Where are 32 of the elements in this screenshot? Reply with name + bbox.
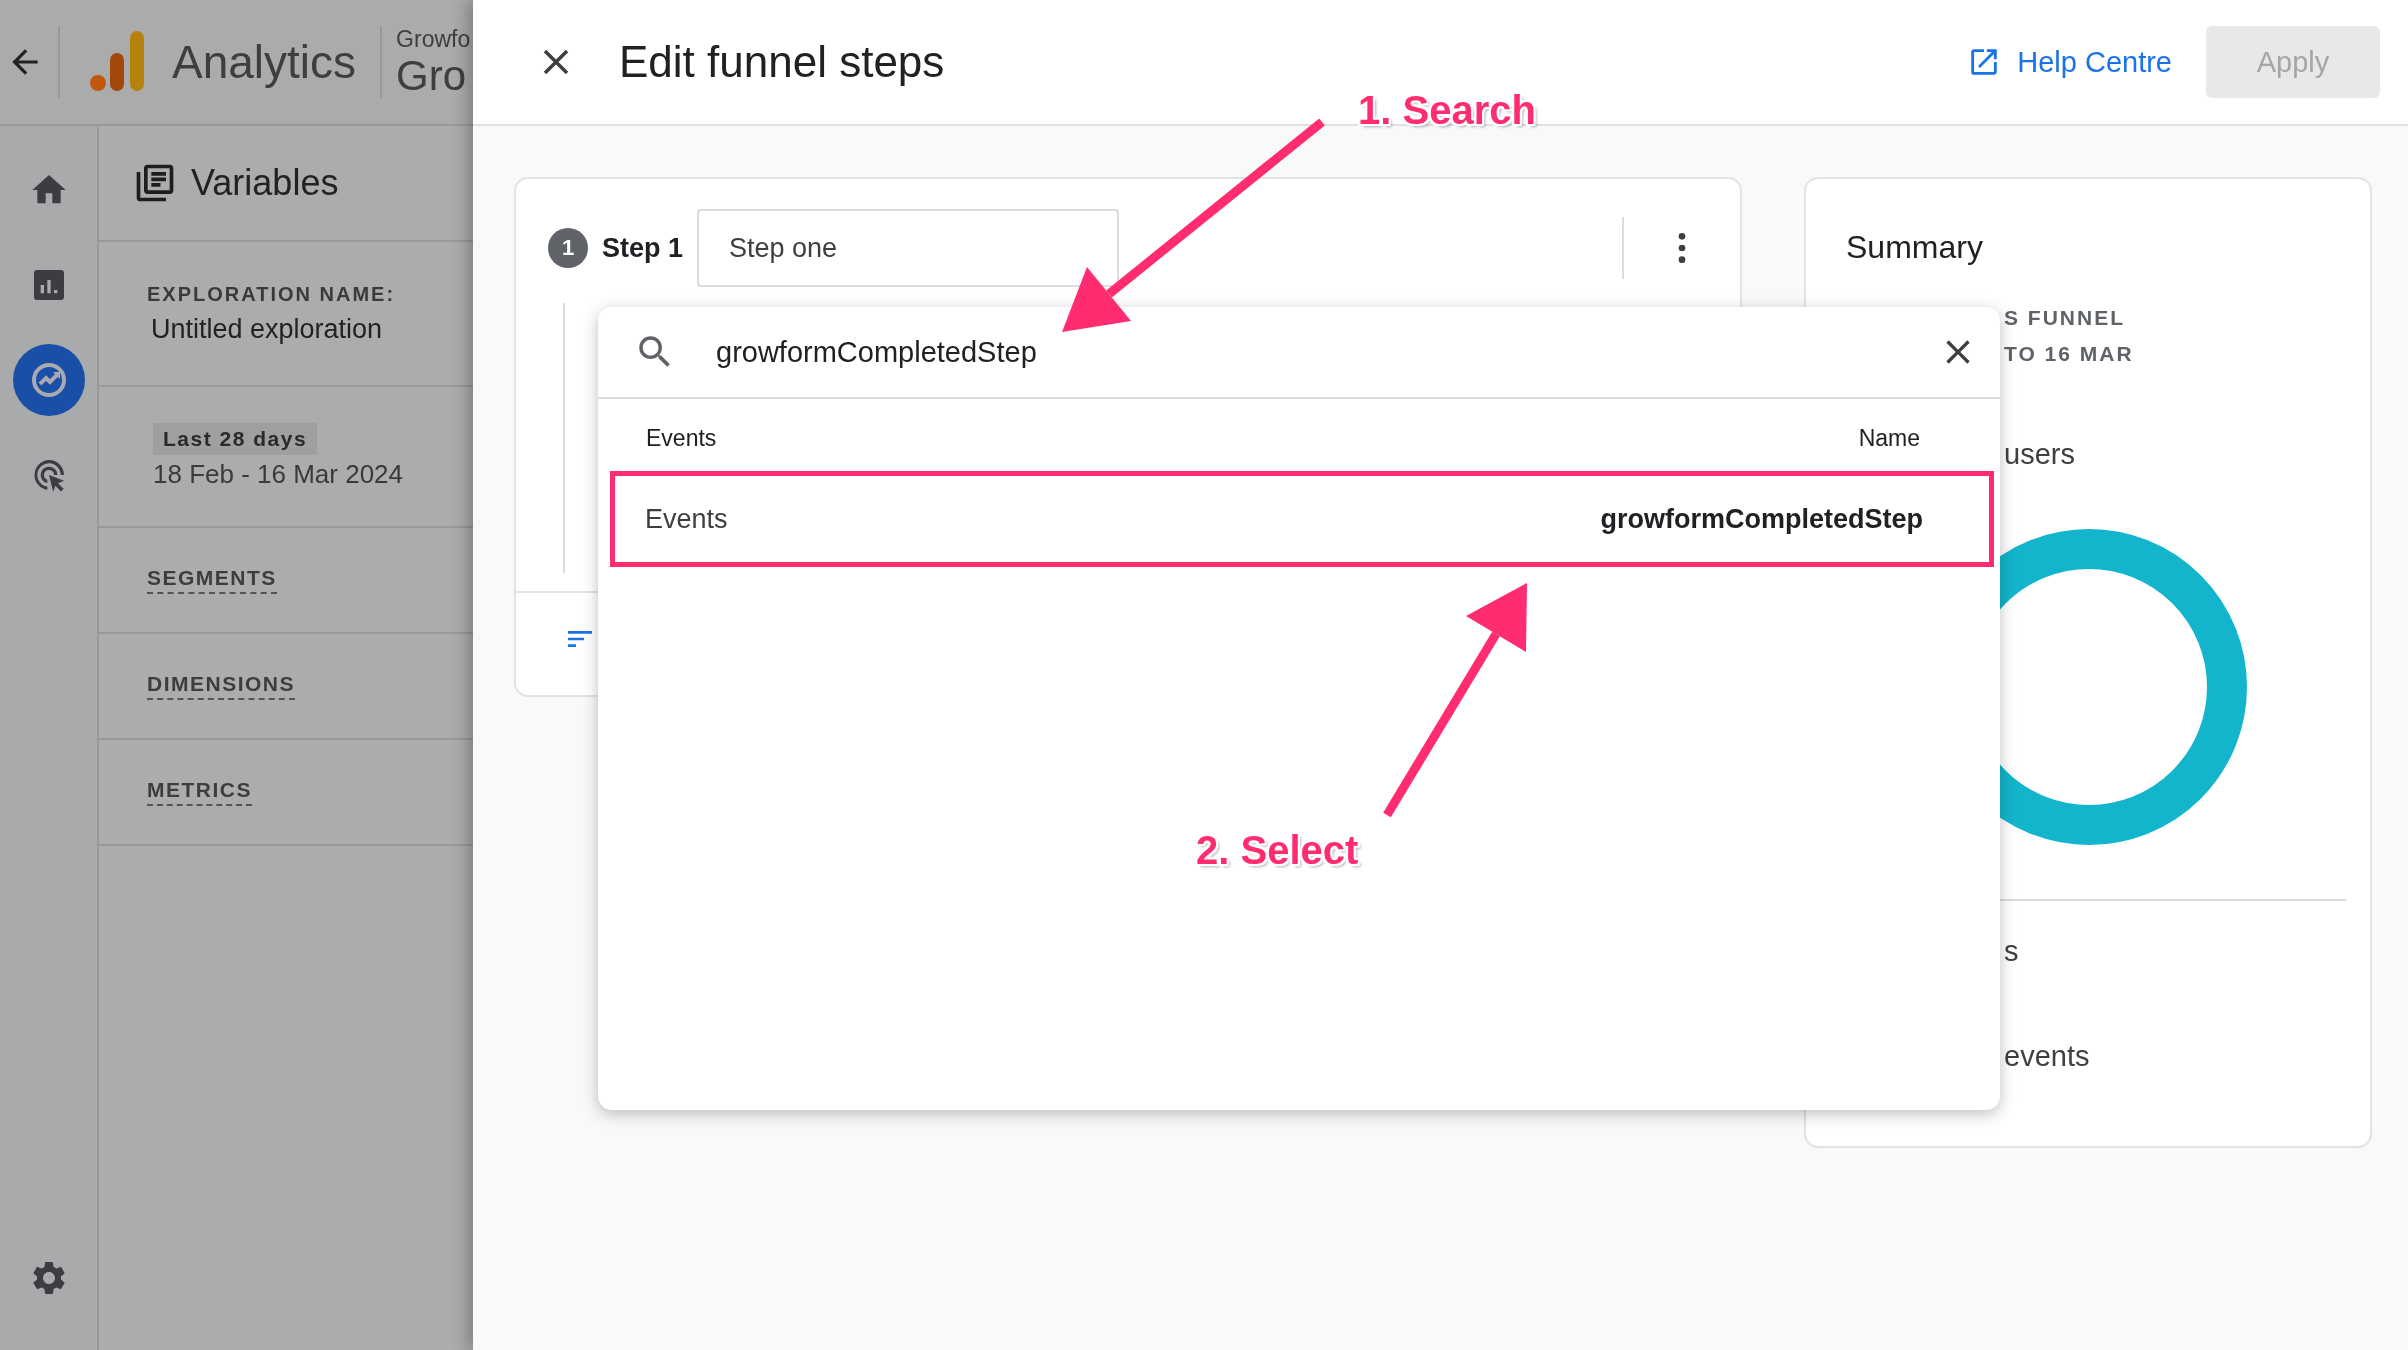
summary-caption: TO 16 MAR bbox=[2004, 342, 2135, 366]
step-name-field[interactable]: Step one bbox=[697, 209, 1120, 287]
date-range: 18 Feb - 16 Mar 2024 bbox=[153, 459, 404, 490]
account-name: Growfo bbox=[396, 25, 471, 53]
help-link-text: Help Centre bbox=[2017, 45, 2172, 79]
analytics-logo-icon bbox=[90, 31, 146, 93]
section-heading[interactable]: DIMENSIONS bbox=[147, 672, 295, 700]
app-name: Analytics bbox=[172, 35, 357, 89]
section-heading[interactable]: SEGMENTS bbox=[147, 566, 277, 594]
date-chip[interactable]: Last 28 days bbox=[153, 423, 318, 455]
summary-caption: S FUNNEL bbox=[2004, 306, 2126, 330]
summary-label: events bbox=[2004, 1040, 2091, 1073]
annotation-label: 2. Select bbox=[1196, 828, 1359, 873]
panel-title: Variables bbox=[191, 162, 339, 204]
field-label: EXPLORATION NAME: bbox=[147, 282, 397, 306]
help-link[interactable]: Help Centre bbox=[1967, 45, 2172, 79]
property-name[interactable]: Gro bbox=[396, 52, 471, 99]
result-name: growformCompletedStep bbox=[1600, 503, 1923, 535]
exploration-name[interactable]: Untitled exploration bbox=[151, 313, 473, 345]
highlighted-result-row[interactable]: Events growformCompletedStep bbox=[610, 471, 1994, 567]
column-header: Name bbox=[1858, 425, 1920, 453]
result-category: Events bbox=[645, 503, 728, 535]
dialog-title: Edit funnel steps bbox=[619, 37, 945, 87]
summary-label: s bbox=[2004, 935, 2020, 968]
summary-title: Summary bbox=[1846, 229, 1984, 266]
search-field[interactable]: growformCompletedStep bbox=[714, 334, 1938, 370]
annotation-label: 1. Search bbox=[1358, 88, 1536, 133]
summary-label: users bbox=[2004, 438, 2076, 471]
step-number: 1 bbox=[548, 228, 588, 268]
column-header: Events bbox=[646, 425, 717, 453]
section-heading[interactable]: METRICS bbox=[147, 778, 252, 806]
step-label: Step 1 bbox=[602, 232, 684, 264]
